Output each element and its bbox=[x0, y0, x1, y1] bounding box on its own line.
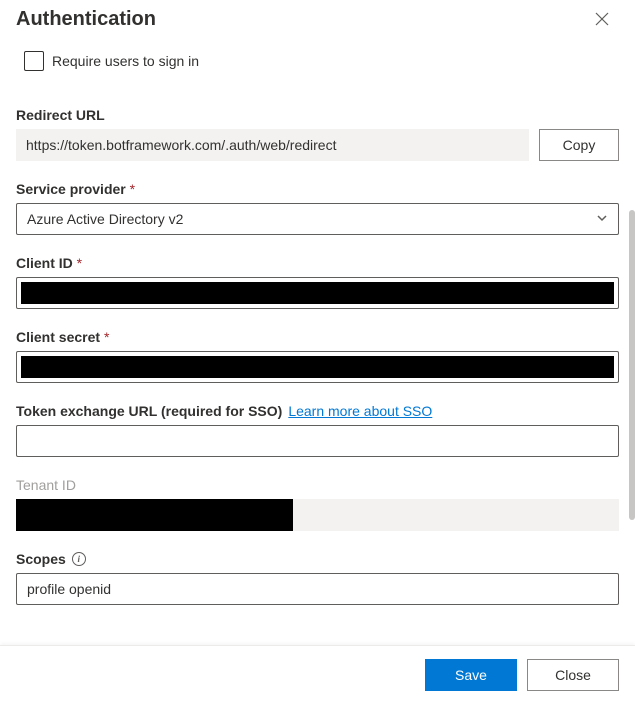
client-secret-input[interactable] bbox=[16, 351, 619, 383]
require-signin-checkbox[interactable] bbox=[24, 51, 44, 71]
close-button[interactable]: Close bbox=[527, 659, 619, 691]
scrollbar[interactable] bbox=[629, 210, 635, 640]
footer-bar: Save Close bbox=[0, 645, 635, 704]
redirect-url-label: Redirect URL bbox=[16, 107, 619, 123]
close-icon[interactable] bbox=[595, 12, 611, 28]
info-icon[interactable]: i bbox=[72, 552, 86, 566]
tenant-id-label: Tenant ID bbox=[16, 477, 619, 493]
redacted-content bbox=[21, 356, 614, 378]
redacted-content bbox=[21, 282, 614, 304]
copy-button[interactable]: Copy bbox=[539, 129, 619, 161]
required-star: * bbox=[104, 329, 109, 345]
service-provider-label: Service provider * bbox=[16, 181, 619, 197]
scopes-input[interactable] bbox=[16, 573, 619, 605]
token-exchange-label: Token exchange URL (required for SSO) bbox=[16, 403, 282, 419]
scopes-label: Scopes bbox=[16, 551, 66, 567]
client-id-label: Client ID * bbox=[16, 255, 619, 271]
tenant-id-input bbox=[16, 499, 619, 531]
required-star: * bbox=[77, 255, 82, 271]
require-signin-label: Require users to sign in bbox=[52, 53, 199, 69]
scrollbar-thumb[interactable] bbox=[629, 210, 635, 520]
token-exchange-input[interactable] bbox=[16, 425, 619, 457]
learn-more-sso-link[interactable]: Learn more about SSO bbox=[288, 403, 432, 419]
required-star: * bbox=[130, 181, 135, 197]
client-id-input[interactable] bbox=[16, 277, 619, 309]
save-button[interactable]: Save bbox=[425, 659, 517, 691]
service-provider-select[interactable]: Azure Active Directory v2 bbox=[16, 203, 619, 235]
redirect-url-input[interactable] bbox=[16, 129, 529, 161]
page-title: Authentication bbox=[16, 8, 156, 31]
service-provider-value: Azure Active Directory v2 bbox=[27, 211, 183, 227]
redacted-content bbox=[16, 499, 293, 531]
chevron-down-icon bbox=[596, 211, 608, 227]
client-secret-label: Client secret * bbox=[16, 329, 619, 345]
